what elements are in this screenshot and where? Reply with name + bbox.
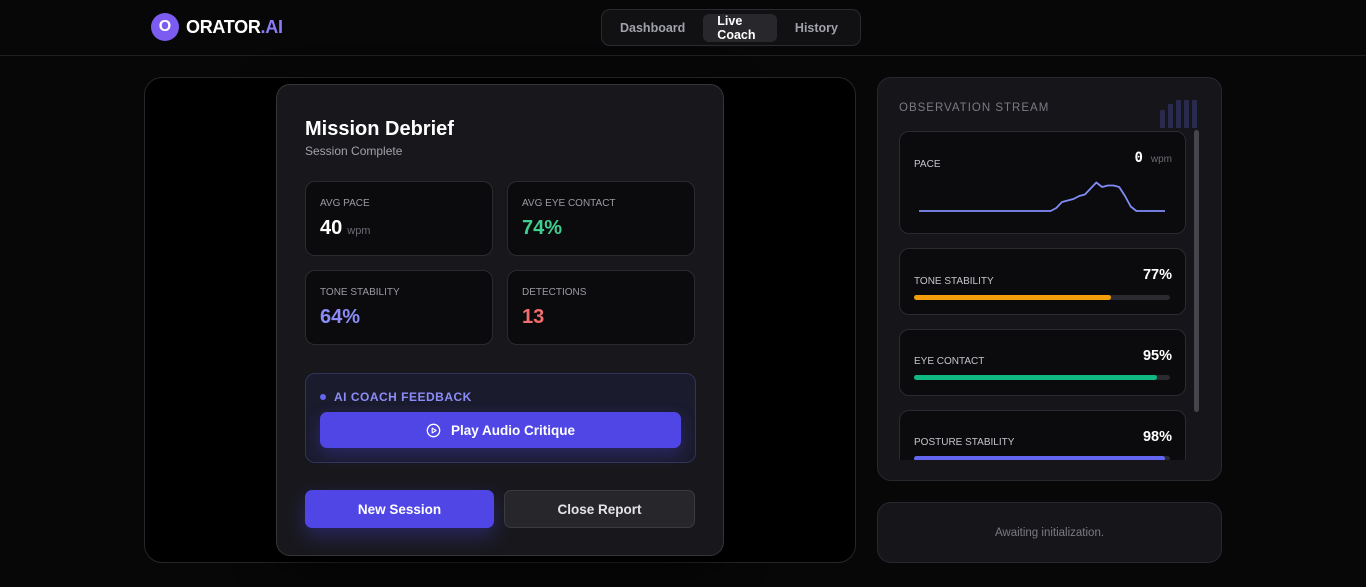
stat-label: AVG EYE CONTACT xyxy=(522,198,616,209)
feedback-label: AI COACH FEEDBACK xyxy=(334,390,472,404)
level-bar xyxy=(1160,110,1165,128)
pace-label: PACE xyxy=(914,159,941,170)
debrief-title: Mission Debrief xyxy=(305,118,454,140)
pace-unit: wpm xyxy=(1150,154,1172,165)
eye-contact-card: EYE CONTACT 95% xyxy=(899,329,1186,396)
level-bar xyxy=(1176,100,1181,128)
stat-label: DETECTIONS xyxy=(522,287,587,298)
metric-label: POSTURE STABILITY xyxy=(914,437,1015,448)
tone-stability-card: TONE STABILITY 77% xyxy=(899,248,1186,315)
ai-coach-feedback: AI COACH FEEDBACK Play Audio Critique xyxy=(305,373,696,463)
stat-label: AVG PACE xyxy=(320,198,370,209)
stat-value: 40 wpm xyxy=(320,217,371,239)
metric-value: 95% xyxy=(1142,348,1172,364)
play-audio-label: Play Audio Critique xyxy=(450,422,575,438)
eye-contact-progress-track xyxy=(914,375,1170,380)
tab-live-coach[interactable]: Live Coach xyxy=(703,13,777,42)
new-session-button[interactable]: New Session xyxy=(305,490,494,528)
status-dot-icon xyxy=(320,394,326,400)
metric-label: EYE CONTACT xyxy=(914,356,985,367)
close-report-button[interactable]: Close Report xyxy=(504,490,695,528)
status-text: Awaiting initialization. xyxy=(994,526,1105,539)
pace-value: 0 xyxy=(1134,150,1143,166)
eye-contact-progress-fill xyxy=(914,375,1158,380)
level-bar xyxy=(1192,100,1197,128)
feedback-header: AI COACH FEEDBACK xyxy=(320,390,472,404)
pace-readout: 0 wpm xyxy=(1134,150,1172,166)
app-logo[interactable]: O ORATOR.AI xyxy=(151,13,283,41)
pace-trace-line xyxy=(919,181,1165,212)
status-panel: Awaiting initialization. xyxy=(877,502,1222,563)
observation-list: PACE 0 wpm TONE STABILITY 77% EYE CONTAC… xyxy=(899,131,1186,460)
mission-debrief-modal: Mission Debrief Session Complete AVG PAC… xyxy=(276,84,724,556)
tab-dashboard[interactable]: Dashboard xyxy=(606,14,699,42)
stat-detections: DETECTIONS 13 xyxy=(507,270,695,345)
posture-progress-track xyxy=(914,456,1170,460)
play-circle-icon xyxy=(426,423,441,437)
app-name: ORATOR.AI xyxy=(186,16,283,37)
stat-avg-pace: AVG PACE 40 wpm xyxy=(305,181,493,256)
metric-value: 77% xyxy=(1142,267,1172,283)
stat-value: 13 xyxy=(522,306,545,328)
level-bar xyxy=(1168,104,1173,128)
tab-history[interactable]: History xyxy=(781,14,852,42)
pace-trace-chart xyxy=(919,181,1165,212)
top-bar: O ORATOR.AI Dashboard Live Coach History xyxy=(0,0,1366,56)
main-nav: Dashboard Live Coach History xyxy=(601,9,861,46)
tone-progress-fill xyxy=(914,295,1112,300)
stat-avg-eye-contact: AVG EYE CONTACT 74% xyxy=(507,181,695,256)
debrief-subtitle: Session Complete xyxy=(305,144,403,158)
metric-label: TONE STABILITY xyxy=(914,276,994,287)
logo-icon: O xyxy=(151,13,179,41)
level-bar xyxy=(1184,100,1189,128)
scrollbar-thumb[interactable] xyxy=(1194,130,1199,412)
observation-stream-panel: OBSERVATION STREAM PACE 0 wpm TONE STABI… xyxy=(877,77,1222,481)
audio-level-icon xyxy=(1160,98,1200,128)
pace-card: PACE 0 wpm xyxy=(899,131,1186,234)
observation-title: OBSERVATION STREAM xyxy=(899,102,1050,114)
stat-value: 64% xyxy=(320,306,361,328)
tone-progress-track xyxy=(914,295,1170,300)
stat-value: 74% xyxy=(522,217,563,239)
posture-progress-fill xyxy=(914,456,1165,460)
stat-tone-stability: TONE STABILITY 64% xyxy=(305,270,493,345)
stat-label: TONE STABILITY xyxy=(320,287,400,298)
observation-scrollbar[interactable] xyxy=(1194,130,1199,412)
play-audio-critique-button[interactable]: Play Audio Critique xyxy=(320,412,681,448)
metric-value: 98% xyxy=(1142,429,1172,445)
posture-stability-card: POSTURE STABILITY 98% xyxy=(899,410,1186,460)
